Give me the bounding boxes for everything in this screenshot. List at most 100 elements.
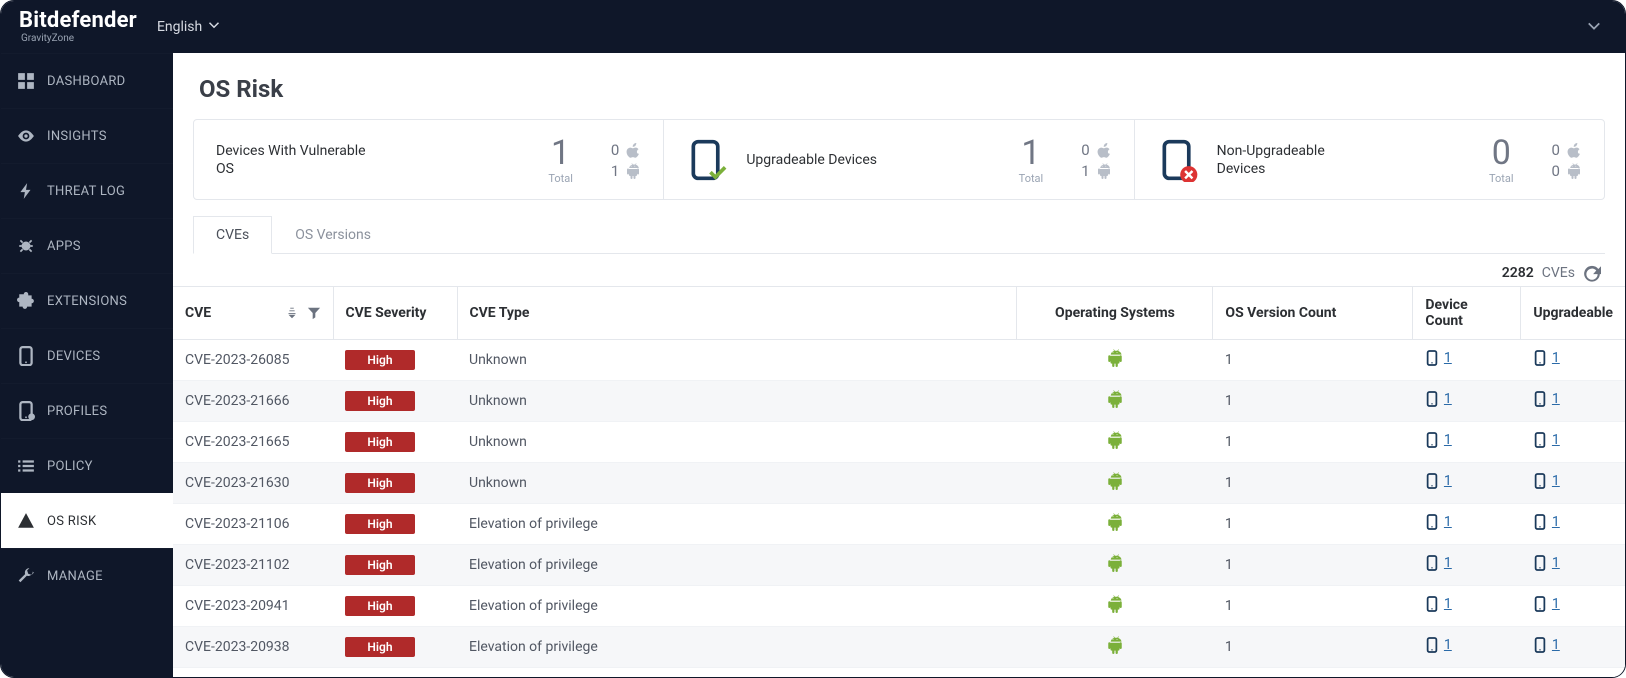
upgradeable-link[interactable]: 1 [1533, 390, 1560, 408]
sidebar-item-osrisk[interactable]: OS RISK [1, 493, 173, 548]
upgradeable-link[interactable]: 1 [1533, 554, 1560, 572]
android-icon [1106, 554, 1124, 572]
cell-osvcount: 1 [1213, 462, 1413, 503]
page-title: OS Risk [199, 75, 1599, 103]
account-menu[interactable] [1581, 12, 1607, 43]
eye-icon [17, 127, 35, 145]
language-label: English [157, 19, 202, 35]
cell-severity: High [333, 462, 457, 503]
upgradeable-link[interactable]: 1 [1533, 636, 1560, 654]
severity-badge: High [345, 514, 415, 534]
sidebar: DASHBOARD INSIGHTS THREAT LOG APPS EXTEN… [1, 53, 173, 677]
device-icon [1425, 349, 1439, 367]
col-osvcount[interactable]: OS Version Count [1213, 286, 1413, 339]
device-count-link[interactable]: 1 [1425, 636, 1452, 654]
table-row[interactable]: CVE-2023-21630 High Unknown 1 1 1 [173, 462, 1625, 503]
cell-os [1017, 626, 1213, 667]
cell-upgradeable: 1 [1521, 544, 1625, 585]
cell-cve: CVE-2023-21106 [173, 503, 333, 544]
cell-severity: High [333, 626, 457, 667]
sidebar-item-manage[interactable]: MANAGE [1, 548, 173, 603]
cell-upgradeable: 1 [1521, 462, 1625, 503]
device-count-link[interactable]: 1 [1425, 390, 1452, 408]
table-row[interactable]: CVE-2023-21666 High Unknown 1 1 1 [173, 380, 1625, 421]
device-count-link[interactable]: 1 [1425, 554, 1452, 572]
sidebar-item-policy[interactable]: POLICY [1, 438, 173, 493]
col-upgradeable[interactable]: Upgradeable [1521, 286, 1625, 339]
table-row[interactable]: CVE-2023-21102 High Elevation of privile… [173, 544, 1625, 585]
tab-os-versions[interactable]: OS Versions [272, 216, 394, 254]
device-icon [1425, 390, 1439, 408]
device-icon [1533, 390, 1547, 408]
apple-icon [1096, 142, 1112, 158]
col-os[interactable]: Operating Systems [1017, 286, 1213, 339]
cell-cve: CVE-2023-21102 [173, 544, 333, 585]
sidebar-item-threatlog[interactable]: THREAT LOG [1, 163, 173, 218]
cell-severity: High [333, 421, 457, 462]
cve-table: CVE CVE Severity CVE Type Operating Syst… [173, 286, 1625, 668]
device-count-link[interactable]: 1 [1425, 431, 1452, 449]
upgradeable-link[interactable]: 1 [1533, 472, 1560, 490]
sidebar-item-insights[interactable]: INSIGHTS [1, 108, 173, 163]
sidebar-item-extensions[interactable]: EXTENSIONS [1, 273, 173, 328]
android-icon [1106, 513, 1124, 531]
sidebar-item-label: PROFILES [47, 404, 107, 419]
upgradeable-link[interactable]: 1 [1533, 595, 1560, 613]
device-icon [1425, 636, 1439, 654]
cell-osvcount: 1 [1213, 380, 1413, 421]
card-breakdown: 0 0 [1552, 141, 1582, 180]
device-count-link[interactable]: 1 [1425, 595, 1452, 613]
sidebar-item-label: THREAT LOG [47, 184, 125, 199]
severity-badge: High [345, 637, 415, 657]
col-device-count[interactable]: Device Count [1413, 286, 1521, 339]
language-selector[interactable]: English [157, 19, 220, 35]
cell-severity: High [333, 585, 457, 626]
cell-device-count: 1 [1413, 544, 1521, 585]
cell-device-count: 1 [1413, 421, 1521, 462]
sidebar-item-apps[interactable]: APPS [1, 218, 173, 273]
sort-desc-icon[interactable] [285, 306, 299, 320]
table-row[interactable]: CVE-2023-26085 High Unknown 1 1 1 [173, 339, 1625, 380]
refresh-button[interactable] [1583, 264, 1601, 282]
upgradeable-link[interactable]: 1 [1533, 513, 1560, 531]
device-count-link[interactable]: 1 [1425, 349, 1452, 367]
cell-os [1017, 421, 1213, 462]
device-icon [1425, 554, 1439, 572]
cell-upgradeable: 1 [1521, 626, 1625, 667]
sidebar-item-profiles[interactable]: PROFILES [1, 383, 173, 438]
android-icon [1106, 595, 1124, 613]
cell-type: Elevation of privilege [457, 626, 1017, 667]
cell-device-count: 1 [1413, 462, 1521, 503]
dashboard-icon [17, 72, 35, 90]
upgradeable-link[interactable]: 1 [1533, 349, 1560, 367]
device-count-link[interactable]: 1 [1425, 513, 1452, 531]
brand-sub: GravityZone [21, 34, 137, 44]
cell-type: Elevation of privilege [457, 544, 1017, 585]
cell-os [1017, 380, 1213, 421]
col-severity[interactable]: CVE Severity [333, 286, 457, 339]
profiles-icon [17, 402, 35, 420]
cell-severity: High [333, 339, 457, 380]
tab-cves[interactable]: CVEs [193, 216, 272, 254]
cell-severity: High [333, 380, 457, 421]
card-vulnerable: Devices With Vulnerable OS 1 Total 0 1 [194, 120, 663, 199]
sidebar-item-dashboard[interactable]: DASHBOARD [1, 53, 173, 108]
cell-osvcount: 1 [1213, 503, 1413, 544]
sidebar-item-devices[interactable]: DEVICES [1, 328, 173, 383]
topbar: Bitdefender GravityZone English [1, 1, 1625, 53]
col-cve[interactable]: CVE [173, 286, 333, 339]
table-row[interactable]: CVE-2023-21665 High Unknown 1 1 1 [173, 421, 1625, 462]
device-icon [1425, 513, 1439, 531]
cve-count-label: CVEs [1542, 265, 1575, 281]
col-type[interactable]: CVE Type [457, 286, 1017, 339]
table-row[interactable]: CVE-2023-21106 High Elevation of privile… [173, 503, 1625, 544]
warning-icon [17, 512, 35, 530]
device-count-link[interactable]: 1 [1425, 472, 1452, 490]
apple-icon [625, 142, 641, 158]
upgradeable-link[interactable]: 1 [1533, 431, 1560, 449]
table-row[interactable]: CVE-2023-20938 High Elevation of privile… [173, 626, 1625, 667]
android-icon [1096, 163, 1112, 179]
filter-icon[interactable] [307, 306, 321, 320]
cell-upgradeable: 1 [1521, 503, 1625, 544]
table-row[interactable]: CVE-2023-20941 High Elevation of privile… [173, 585, 1625, 626]
